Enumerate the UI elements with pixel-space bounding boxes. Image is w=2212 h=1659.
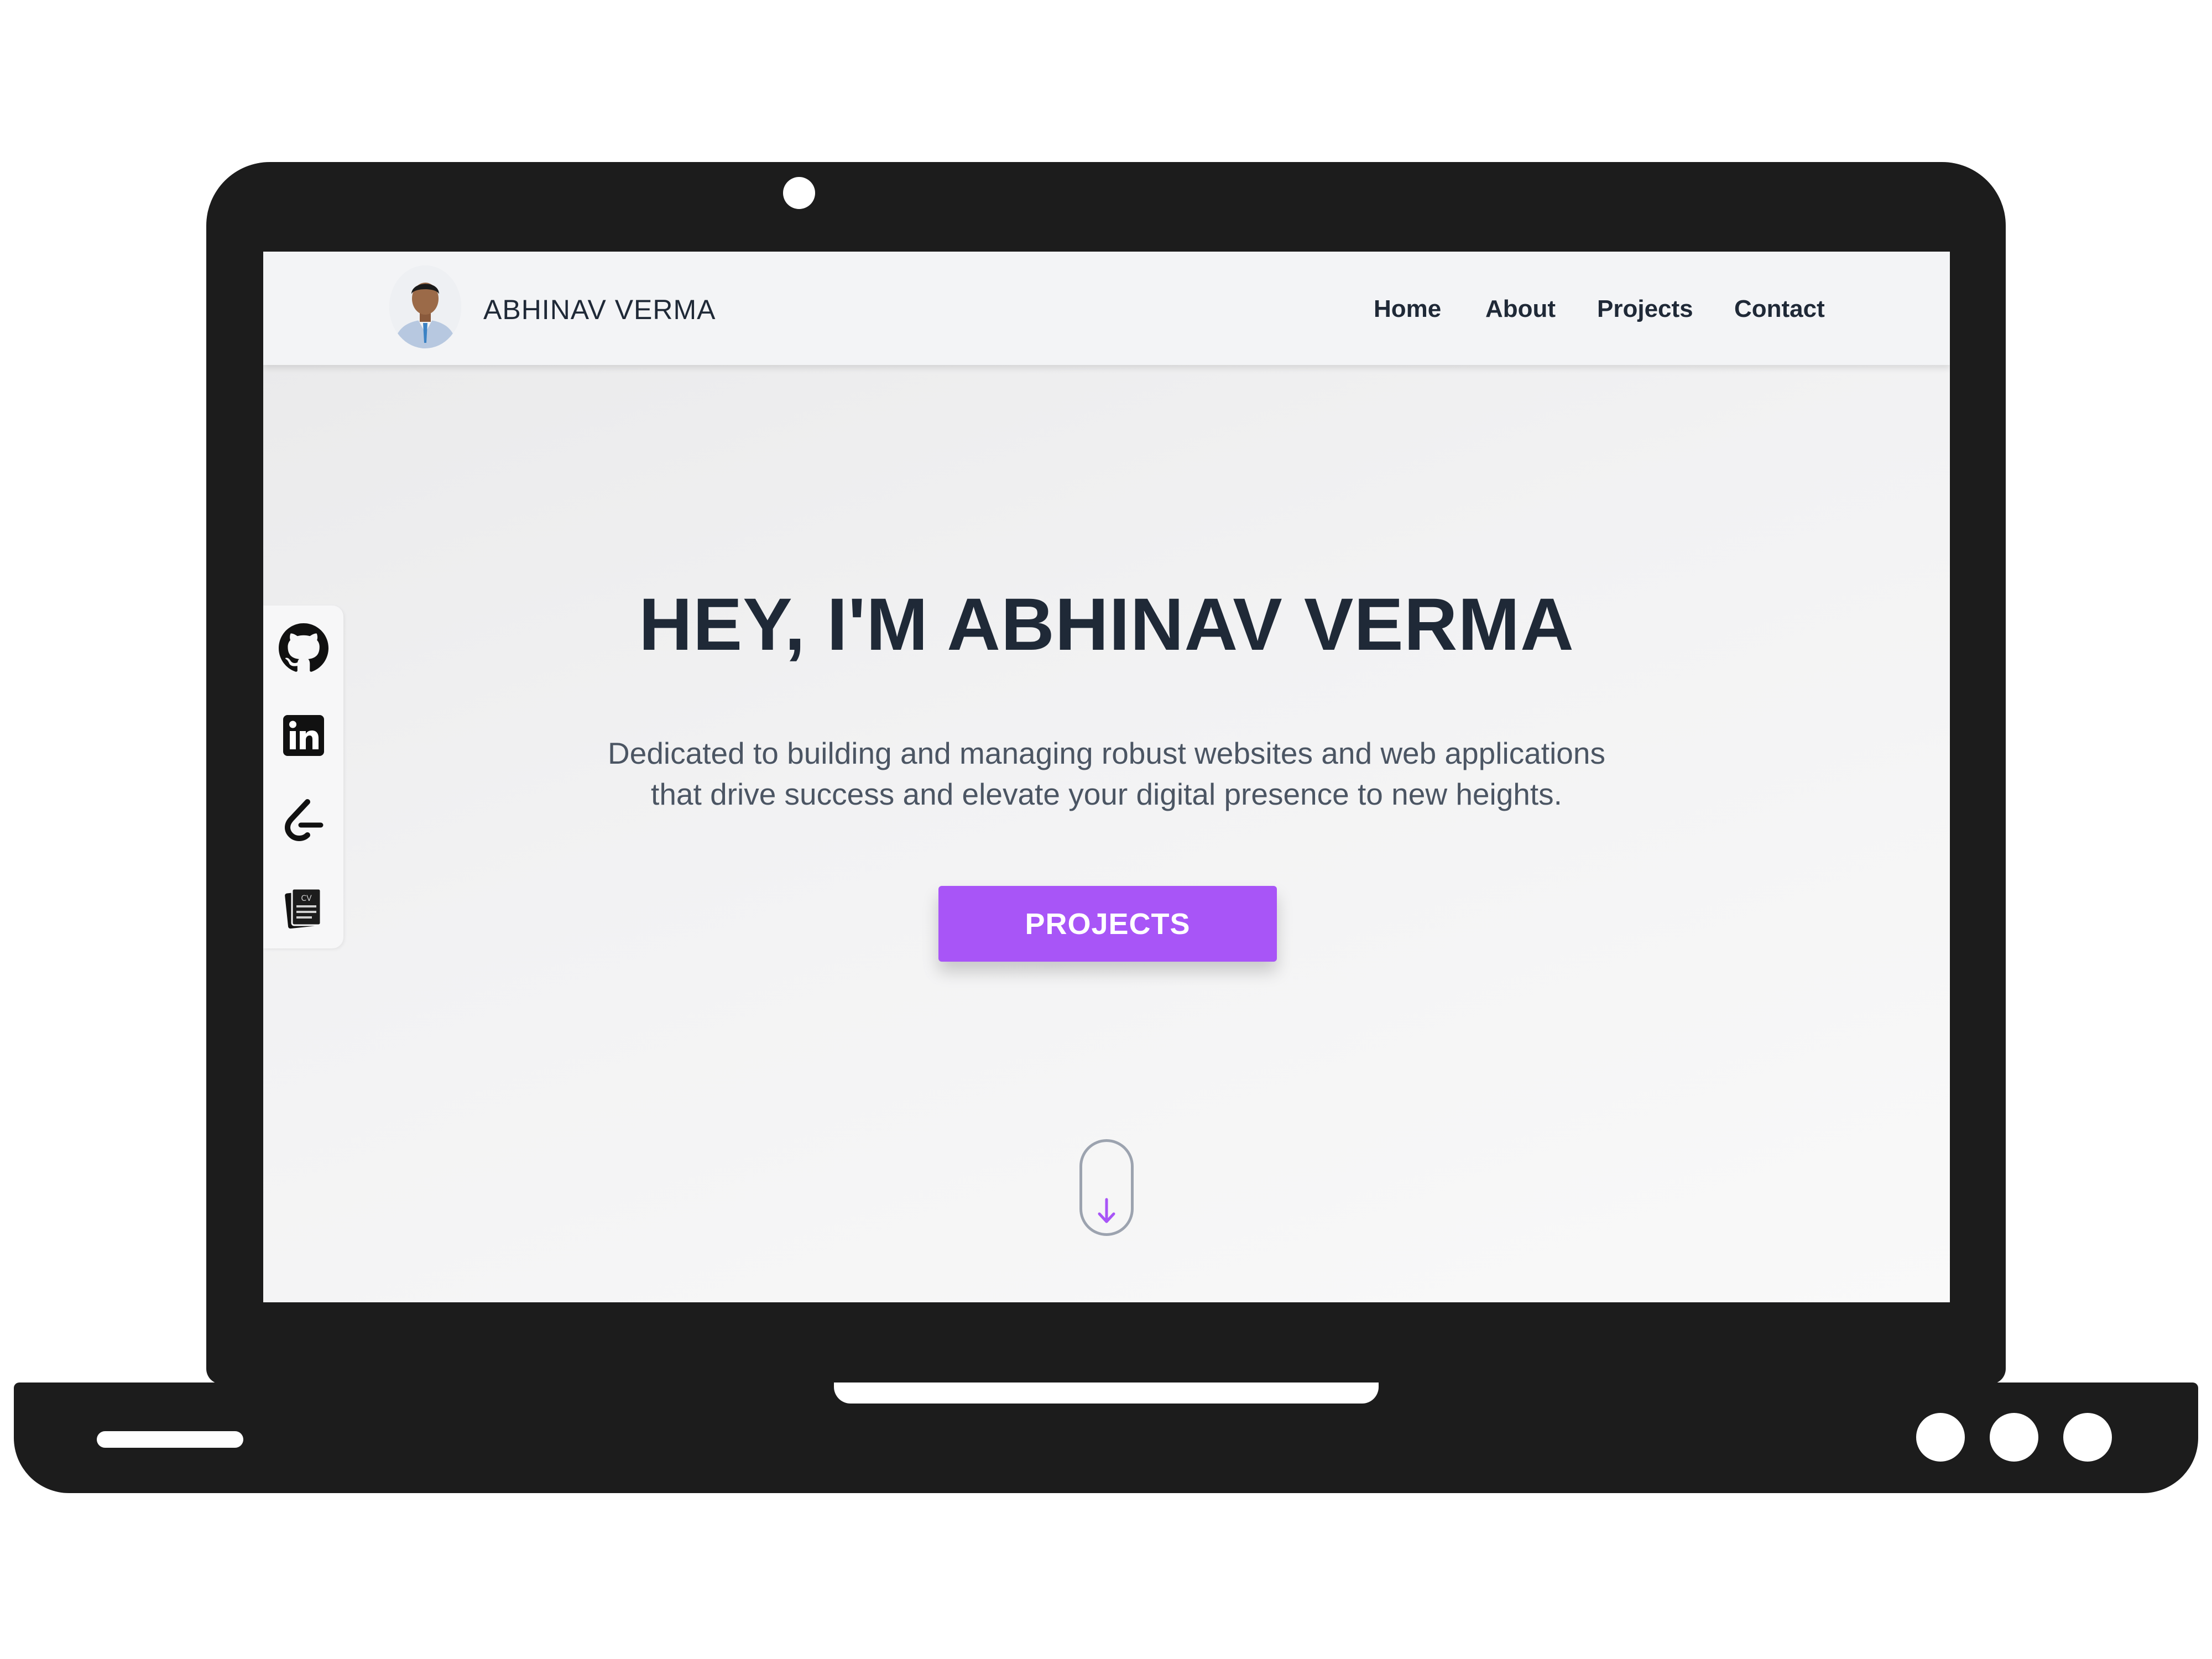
laptop-camera [783,177,815,209]
svg-text:CV: CV [301,894,312,903]
leetcode-icon[interactable] [279,796,328,846]
projects-button[interactable]: PROJECTS [938,886,1277,962]
linkedin-icon[interactable] [279,711,328,760]
site-brand-name[interactable]: ABHINAV VERMA [483,293,716,326]
nav-link-projects[interactable]: Projects [1597,294,1693,325]
nav-link-home[interactable]: Home [1374,294,1441,325]
navbar: ABHINAV VERMA Home About Projects Contac… [263,252,1950,365]
hero-subtitle-line: Dedicated to building and managing robus… [608,736,1605,770]
laptop-notch [834,1383,1379,1404]
resume-cv-icon[interactable]: CV [279,882,328,932]
scroll-down-indicator[interactable] [1079,1139,1134,1236]
nav-link-contact[interactable]: Contact [1734,294,1825,325]
laptop-indicator-light [2063,1413,2112,1462]
nav-link-about[interactable]: About [1485,294,1556,325]
avatar[interactable] [389,265,461,348]
laptop-speaker-slot [97,1431,243,1448]
laptop-indicator-light [1916,1413,1965,1462]
hero-subtitle-line: that drive success and elevate your digi… [651,777,1562,811]
arrow-down-icon [1098,1198,1115,1223]
website-screen: ABHINAV VERMA Home About Projects Contac… [263,252,1950,1302]
laptop-indicator-light [1990,1413,2038,1462]
hero-subtitle: Dedicated to building and managing robus… [554,733,1660,815]
hero-title: HEY, I'M ABHINAV VERMA [639,583,1574,666]
